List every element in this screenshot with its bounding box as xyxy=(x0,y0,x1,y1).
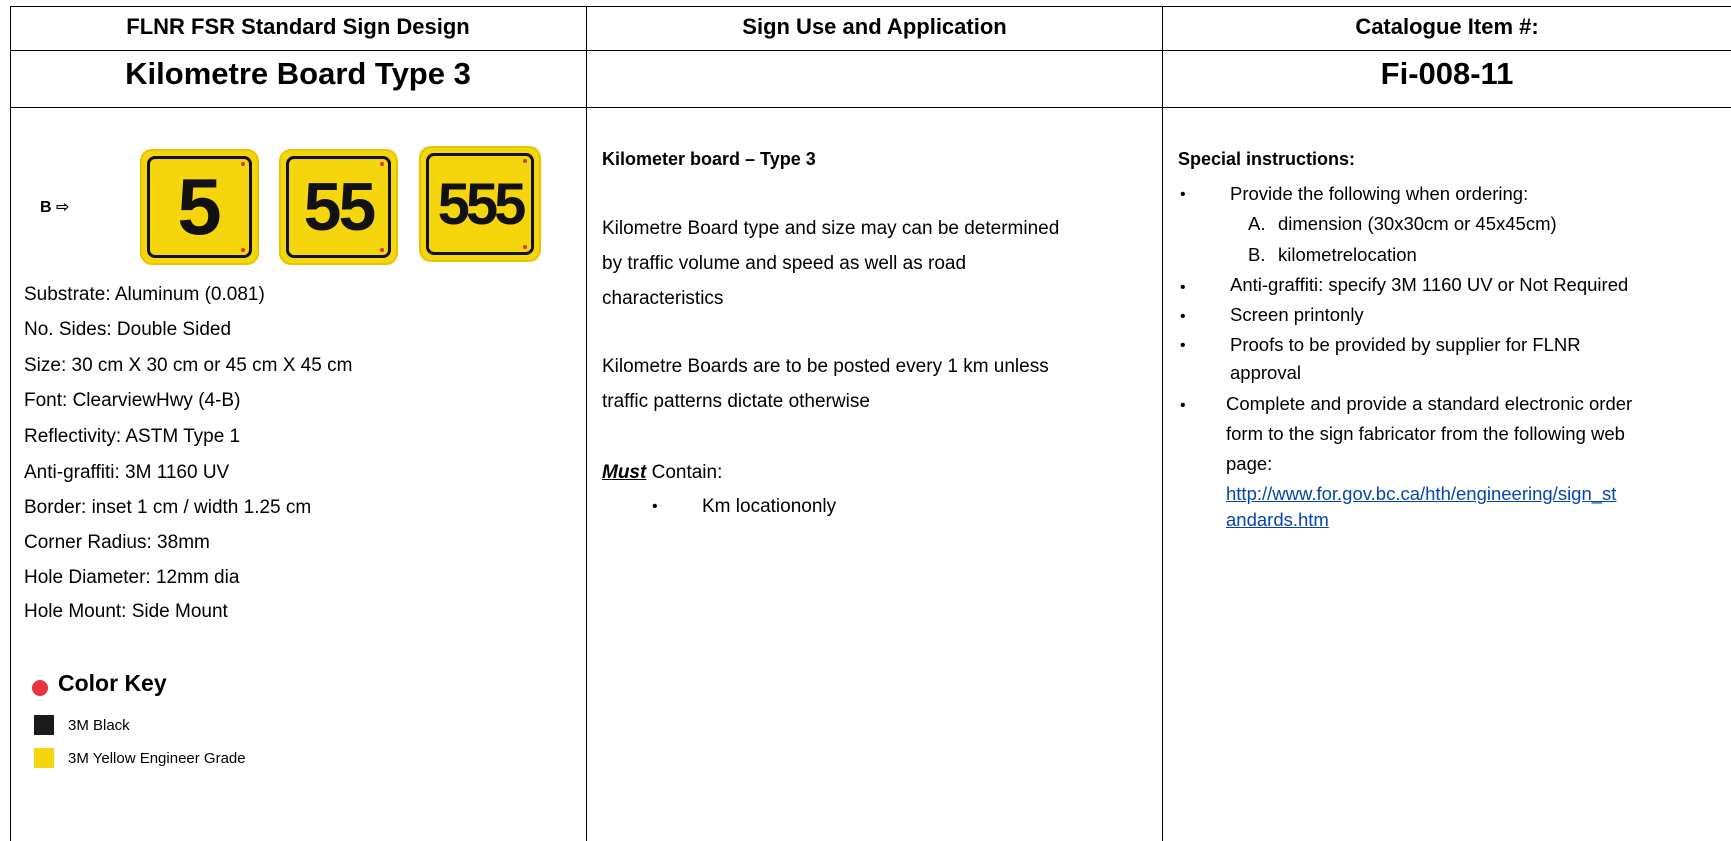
spec-font: Font: ClearviewHwy (4-B) xyxy=(24,390,241,411)
use-para1-line: characteristics xyxy=(602,288,724,309)
sub-item: kilometrelocation xyxy=(1278,244,1417,265)
instruction-item: Complete and provide a standard electron… xyxy=(1226,393,1633,414)
color-key-title: Color Key xyxy=(58,670,167,696)
sign-number: 555 xyxy=(426,153,534,255)
catalogue-header: Catalogue Item #: xyxy=(1355,14,1539,39)
spec-corner-radius: Corner Radius: 38mm xyxy=(24,532,210,553)
sign-number: 5 xyxy=(147,156,252,258)
color-key-label: 3M Yellow Engineer Grade xyxy=(68,749,246,767)
design-header: FLNR FSR Standard Sign Design xyxy=(126,14,470,39)
column-divider xyxy=(586,6,587,841)
sign-title: Kilometre Board Type 3 xyxy=(125,56,471,91)
color-key-item: 3M Black xyxy=(34,715,130,735)
row-divider xyxy=(10,50,1731,51)
bullet-icon: • xyxy=(1180,397,1186,414)
spec-border: Border: inset 1 cm / width 1.25 cm xyxy=(24,497,312,518)
spec-size: Size: 30 cm X 30 cm or 45 cm X 45 cm xyxy=(24,355,353,376)
instruction-item: form to the sign fabricator from the fol… xyxy=(1226,423,1625,444)
use-para2-line: Kilometre Boards are to be posted every … xyxy=(602,356,1049,377)
yellow-swatch xyxy=(34,748,54,768)
sign-example-55: 55 xyxy=(281,151,396,263)
spec-reflectivity: Reflectivity: ASTM Type 1 xyxy=(24,426,241,447)
b-arrow-label: B ⇨ xyxy=(40,199,70,216)
use-para1-line: by traffic volume and speed as well as r… xyxy=(602,253,967,274)
bullet-icon: • xyxy=(1180,279,1186,296)
column-divider xyxy=(1162,6,1163,841)
instruction-item: Anti-graffiti: specify 3M 1160 UV or Not… xyxy=(1230,274,1629,295)
instruction-item: approval xyxy=(1230,362,1301,383)
standards-link[interactable]: http://www.for.gov.bc.ca/hth/engineering… xyxy=(1226,481,1616,507)
color-key-label: 3M Black xyxy=(68,716,130,734)
mount-hole xyxy=(241,162,245,166)
spec-anti-graffiti: Anti-graffiti: 3M 1160 UV xyxy=(24,462,230,483)
mount-hole xyxy=(523,159,527,163)
sign-example-5: 5 xyxy=(142,151,257,263)
spec-sides: No. Sides: Double Sided xyxy=(24,319,232,340)
instruction-item: Provide the following when ordering: xyxy=(1230,183,1529,204)
row-divider xyxy=(10,107,1731,108)
spec-substrate: Substrate: Aluminum (0.081) xyxy=(24,284,265,305)
must-contain-label: Must Contain: xyxy=(602,462,723,483)
use-para1-line: Kilometre Board type and size may can be… xyxy=(602,218,1060,239)
bullet-icon: • xyxy=(652,498,658,515)
instructions-heading: Special instructions: xyxy=(1178,149,1356,169)
sub-item: dimension (30x30cm or 45x45cm) xyxy=(1278,213,1557,234)
instruction-item: Screen printonly xyxy=(1230,304,1364,325)
instruction-item: page: xyxy=(1226,453,1273,474)
use-para2-line: traffic patterns dictate otherwise xyxy=(602,391,870,412)
use-header: Sign Use and Application xyxy=(742,14,1007,39)
bullet-icon: • xyxy=(1180,186,1186,203)
mount-hole xyxy=(380,248,384,252)
sub-item-letter: A. xyxy=(1248,213,1266,234)
bullet-icon: • xyxy=(1180,308,1186,325)
catalogue-number: Fi-008-11 xyxy=(1380,56,1514,91)
use-heading: Kilometer board – Type 3 xyxy=(602,149,816,169)
spec-hole-diameter: Hole Diameter: 12mm dia xyxy=(24,567,240,588)
contain-item: Km locationonly xyxy=(702,496,837,517)
mount-hole xyxy=(241,248,245,252)
color-key-item: 3M Yellow Engineer Grade xyxy=(34,748,246,768)
standards-link[interactable]: andards.htm xyxy=(1226,507,1329,533)
black-swatch xyxy=(34,715,54,735)
mount-hole xyxy=(380,162,384,166)
sign-number: 55 xyxy=(286,156,391,258)
spec-hole-mount: Hole Mount: Side Mount xyxy=(24,601,228,622)
bullet-icon: • xyxy=(1180,337,1186,354)
mount-hole xyxy=(523,245,527,249)
sign-example-555: 555 xyxy=(421,148,539,260)
sub-item-letter: B. xyxy=(1248,244,1266,265)
instruction-item: Proofs to be provided by supplier for FL… xyxy=(1230,334,1581,355)
